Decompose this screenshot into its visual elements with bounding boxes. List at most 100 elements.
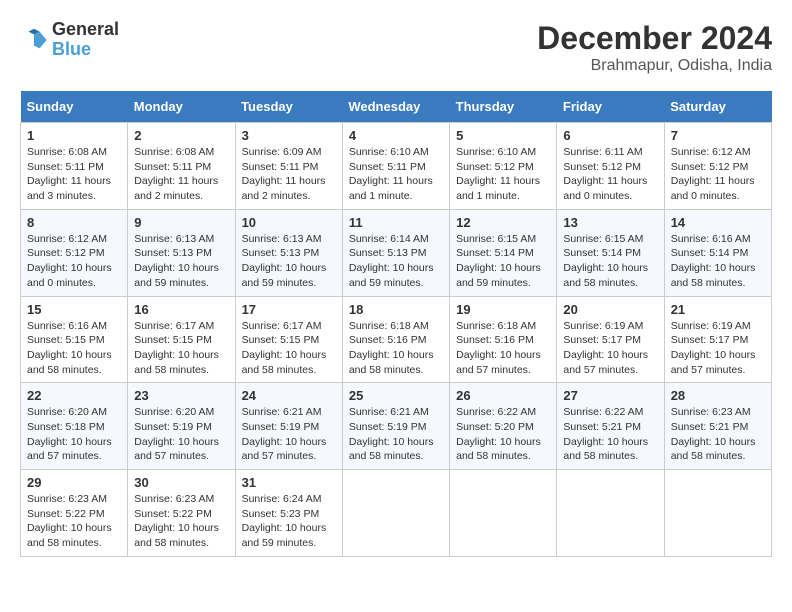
day-number: 22 <box>27 388 121 403</box>
weekday-header-cell: Wednesday <box>342 91 449 123</box>
day-info: Sunrise: 6:19 AMSunset: 5:17 PMDaylight:… <box>671 319 765 378</box>
calendar-day-cell: 13 Sunrise: 6:15 AMSunset: 5:14 PMDaylig… <box>557 209 664 296</box>
day-info: Sunrise: 6:10 AMSunset: 5:11 PMDaylight:… <box>349 145 443 204</box>
day-info: Sunrise: 6:21 AMSunset: 5:19 PMDaylight:… <box>349 405 443 464</box>
day-number: 25 <box>349 388 443 403</box>
day-number: 19 <box>456 302 550 317</box>
day-number: 9 <box>134 215 228 230</box>
day-number: 2 <box>134 128 228 143</box>
day-number: 12 <box>456 215 550 230</box>
calendar-day-cell: 23 Sunrise: 6:20 AMSunset: 5:19 PMDaylig… <box>128 383 235 470</box>
month-title: December 2024 <box>537 20 772 57</box>
day-info: Sunrise: 6:24 AMSunset: 5:23 PMDaylight:… <box>242 492 336 551</box>
day-info: Sunrise: 6:12 AMSunset: 5:12 PMDaylight:… <box>671 145 765 204</box>
calendar-day-cell <box>342 470 449 557</box>
logo-icon <box>20 26 48 54</box>
day-number: 18 <box>349 302 443 317</box>
day-number: 21 <box>671 302 765 317</box>
calendar-day-cell: 7 Sunrise: 6:12 AMSunset: 5:12 PMDayligh… <box>664 123 771 210</box>
day-number: 1 <box>27 128 121 143</box>
day-info: Sunrise: 6:20 AMSunset: 5:19 PMDaylight:… <box>134 405 228 464</box>
day-number: 8 <box>27 215 121 230</box>
day-info: Sunrise: 6:23 AMSunset: 5:22 PMDaylight:… <box>27 492 121 551</box>
day-number: 10 <box>242 215 336 230</box>
weekday-header-cell: Sunday <box>21 91 128 123</box>
calendar-week-row: 8 Sunrise: 6:12 AMSunset: 5:12 PMDayligh… <box>21 209 772 296</box>
weekday-header-cell: Saturday <box>664 91 771 123</box>
day-info: Sunrise: 6:18 AMSunset: 5:16 PMDaylight:… <box>456 319 550 378</box>
calendar-day-cell <box>664 470 771 557</box>
calendar-day-cell: 18 Sunrise: 6:18 AMSunset: 5:16 PMDaylig… <box>342 296 449 383</box>
day-number: 5 <box>456 128 550 143</box>
calendar-day-cell: 29 Sunrise: 6:23 AMSunset: 5:22 PMDaylig… <box>21 470 128 557</box>
weekday-header-cell: Monday <box>128 91 235 123</box>
calendar-day-cell: 26 Sunrise: 6:22 AMSunset: 5:20 PMDaylig… <box>450 383 557 470</box>
calendar-day-cell: 27 Sunrise: 6:22 AMSunset: 5:21 PMDaylig… <box>557 383 664 470</box>
calendar-day-cell <box>450 470 557 557</box>
calendar-day-cell: 31 Sunrise: 6:24 AMSunset: 5:23 PMDaylig… <box>235 470 342 557</box>
calendar-day-cell: 19 Sunrise: 6:18 AMSunset: 5:16 PMDaylig… <box>450 296 557 383</box>
day-number: 26 <box>456 388 550 403</box>
calendar-day-cell: 14 Sunrise: 6:16 AMSunset: 5:14 PMDaylig… <box>664 209 771 296</box>
calendar-day-cell: 5 Sunrise: 6:10 AMSunset: 5:12 PMDayligh… <box>450 123 557 210</box>
day-info: Sunrise: 6:18 AMSunset: 5:16 PMDaylight:… <box>349 319 443 378</box>
calendar-week-row: 15 Sunrise: 6:16 AMSunset: 5:15 PMDaylig… <box>21 296 772 383</box>
calendar-day-cell: 1 Sunrise: 6:08 AMSunset: 5:11 PMDayligh… <box>21 123 128 210</box>
day-number: 13 <box>563 215 657 230</box>
day-info: Sunrise: 6:15 AMSunset: 5:14 PMDaylight:… <box>563 232 657 291</box>
day-info: Sunrise: 6:11 AMSunset: 5:12 PMDaylight:… <box>563 145 657 204</box>
calendar-day-cell: 21 Sunrise: 6:19 AMSunset: 5:17 PMDaylig… <box>664 296 771 383</box>
day-info: Sunrise: 6:23 AMSunset: 5:22 PMDaylight:… <box>134 492 228 551</box>
calendar-day-cell: 22 Sunrise: 6:20 AMSunset: 5:18 PMDaylig… <box>21 383 128 470</box>
day-number: 20 <box>563 302 657 317</box>
calendar-day-cell: 25 Sunrise: 6:21 AMSunset: 5:19 PMDaylig… <box>342 383 449 470</box>
day-info: Sunrise: 6:17 AMSunset: 5:15 PMDaylight:… <box>134 319 228 378</box>
title-block: December 2024 Brahmapur, Odisha, India <box>537 20 772 75</box>
day-number: 3 <box>242 128 336 143</box>
calendar-week-row: 22 Sunrise: 6:20 AMSunset: 5:18 PMDaylig… <box>21 383 772 470</box>
day-number: 11 <box>349 215 443 230</box>
logo: General Blue <box>20 20 119 60</box>
day-number: 15 <box>27 302 121 317</box>
calendar-day-cell: 12 Sunrise: 6:15 AMSunset: 5:14 PMDaylig… <box>450 209 557 296</box>
weekday-header-cell: Tuesday <box>235 91 342 123</box>
calendar-table: SundayMondayTuesdayWednesdayThursdayFrid… <box>20 91 772 557</box>
day-info: Sunrise: 6:22 AMSunset: 5:20 PMDaylight:… <box>456 405 550 464</box>
day-number: 7 <box>671 128 765 143</box>
day-info: Sunrise: 6:19 AMSunset: 5:17 PMDaylight:… <box>563 319 657 378</box>
day-info: Sunrise: 6:20 AMSunset: 5:18 PMDaylight:… <box>27 405 121 464</box>
day-number: 29 <box>27 475 121 490</box>
weekday-header-row: SundayMondayTuesdayWednesdayThursdayFrid… <box>21 91 772 123</box>
day-number: 27 <box>563 388 657 403</box>
calendar-day-cell: 24 Sunrise: 6:21 AMSunset: 5:19 PMDaylig… <box>235 383 342 470</box>
weekday-header-cell: Friday <box>557 91 664 123</box>
calendar-day-cell: 6 Sunrise: 6:11 AMSunset: 5:12 PMDayligh… <box>557 123 664 210</box>
calendar-day-cell: 15 Sunrise: 6:16 AMSunset: 5:15 PMDaylig… <box>21 296 128 383</box>
calendar-day-cell: 20 Sunrise: 6:19 AMSunset: 5:17 PMDaylig… <box>557 296 664 383</box>
calendar-day-cell <box>557 470 664 557</box>
day-info: Sunrise: 6:16 AMSunset: 5:15 PMDaylight:… <box>27 319 121 378</box>
calendar-day-cell: 17 Sunrise: 6:17 AMSunset: 5:15 PMDaylig… <box>235 296 342 383</box>
day-info: Sunrise: 6:13 AMSunset: 5:13 PMDaylight:… <box>134 232 228 291</box>
day-info: Sunrise: 6:10 AMSunset: 5:12 PMDaylight:… <box>456 145 550 204</box>
day-info: Sunrise: 6:22 AMSunset: 5:21 PMDaylight:… <box>563 405 657 464</box>
day-info: Sunrise: 6:17 AMSunset: 5:15 PMDaylight:… <box>242 319 336 378</box>
day-number: 17 <box>242 302 336 317</box>
day-info: Sunrise: 6:23 AMSunset: 5:21 PMDaylight:… <box>671 405 765 464</box>
day-number: 28 <box>671 388 765 403</box>
day-number: 31 <box>242 475 336 490</box>
calendar-week-row: 1 Sunrise: 6:08 AMSunset: 5:11 PMDayligh… <box>21 123 772 210</box>
calendar-day-cell: 28 Sunrise: 6:23 AMSunset: 5:21 PMDaylig… <box>664 383 771 470</box>
location: Brahmapur, Odisha, India <box>537 57 772 75</box>
day-info: Sunrise: 6:12 AMSunset: 5:12 PMDaylight:… <box>27 232 121 291</box>
calendar-day-cell: 16 Sunrise: 6:17 AMSunset: 5:15 PMDaylig… <box>128 296 235 383</box>
day-info: Sunrise: 6:15 AMSunset: 5:14 PMDaylight:… <box>456 232 550 291</box>
day-info: Sunrise: 6:16 AMSunset: 5:14 PMDaylight:… <box>671 232 765 291</box>
day-info: Sunrise: 6:13 AMSunset: 5:13 PMDaylight:… <box>242 232 336 291</box>
calendar-day-cell: 11 Sunrise: 6:14 AMSunset: 5:13 PMDaylig… <box>342 209 449 296</box>
day-number: 4 <box>349 128 443 143</box>
day-info: Sunrise: 6:08 AMSunset: 5:11 PMDaylight:… <box>27 145 121 204</box>
day-info: Sunrise: 6:14 AMSunset: 5:13 PMDaylight:… <box>349 232 443 291</box>
day-info: Sunrise: 6:21 AMSunset: 5:19 PMDaylight:… <box>242 405 336 464</box>
calendar-day-cell: 8 Sunrise: 6:12 AMSunset: 5:12 PMDayligh… <box>21 209 128 296</box>
